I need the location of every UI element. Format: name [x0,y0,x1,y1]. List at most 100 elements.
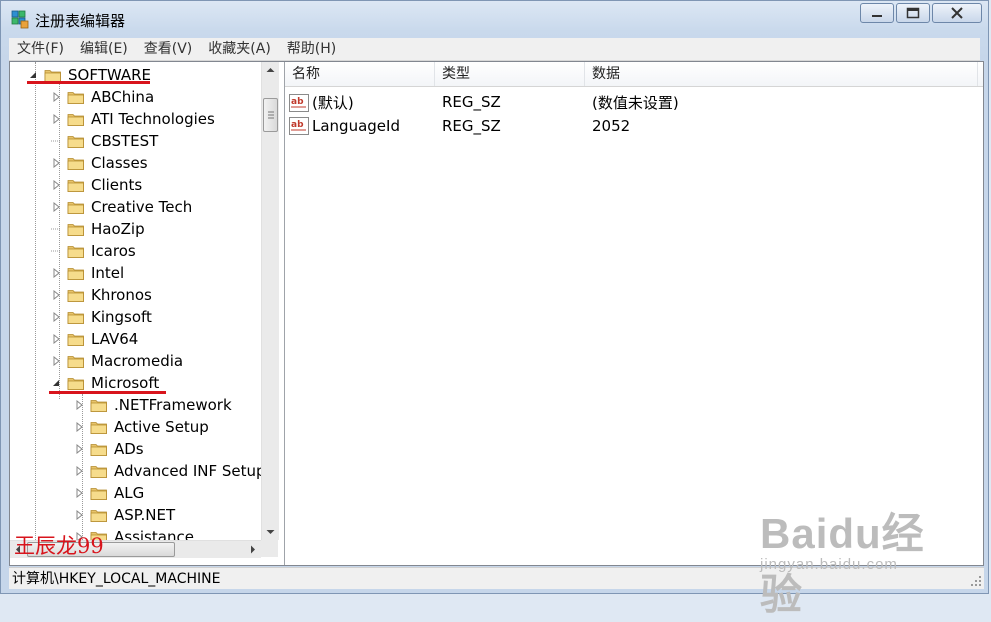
value-name: LanguageId [312,116,400,135]
minimize-icon [872,15,882,17]
collapsed-arrow-icon[interactable] [51,114,61,124]
tree-node[interactable]: Clients [51,174,142,196]
tree-connector [51,136,61,146]
folder-icon [67,309,91,325]
list-item[interactable]: ab (默认) REG_SZ (数值未设置) [285,90,885,114]
status-path: 计算机\HKEY_LOCAL_MACHINE [12,571,221,587]
collapsed-arrow-icon[interactable] [74,488,84,498]
collapsed-arrow-icon[interactable] [74,400,84,410]
tree-vertical-scrollbar[interactable] [261,62,279,540]
folder-icon [67,155,91,171]
value-type: REG_SZ [442,117,501,135]
tree-node[interactable]: Creative Tech [51,196,192,218]
tree-node-label: ASP.NET [114,506,176,524]
scroll-right-arrow-icon[interactable] [244,541,261,558]
tree-node[interactable]: Active Setup [74,416,209,438]
column-header-name[interactable]: 名称 [285,62,435,86]
folder-icon [67,89,91,105]
tree-node-label: Khronos [91,286,152,304]
menu-file[interactable]: 文件(F) [9,38,72,60]
tree-guide-line [35,62,36,542]
maximize-button[interactable] [896,3,930,23]
tree-node-label: LAV64 [91,330,139,348]
folder-icon [67,221,91,237]
tree-node-label: Creative Tech [91,198,193,216]
expanded-arrow-icon[interactable] [51,378,61,388]
tree-node[interactable]: Classes [51,152,148,174]
tree-node[interactable]: CBSTEST [51,130,158,152]
collapsed-arrow-icon[interactable] [74,444,84,454]
collapsed-arrow-icon[interactable] [51,92,61,102]
value-type: REG_SZ [442,93,501,111]
string-value-icon: ab [289,94,309,112]
collapsed-arrow-icon[interactable] [51,202,61,212]
tree-node[interactable]: Icaros [51,240,136,262]
tree-node-label: Microsoft [91,374,160,392]
menu-view[interactable]: 查看(V) [136,38,201,60]
collapsed-arrow-icon[interactable] [51,180,61,190]
value-name: (默认) [312,93,354,112]
scroll-up-arrow-icon[interactable] [262,62,279,79]
folder-icon [90,441,114,457]
folder-icon [67,111,91,127]
resize-grip-icon[interactable] [970,575,982,587]
collapsed-arrow-icon[interactable] [51,158,61,168]
tree-node[interactable]: Macromedia [51,350,183,372]
list-item[interactable]: ab LanguageId REG_SZ 2052 [285,114,885,138]
tree-node[interactable]: ATI Technologies [51,108,215,130]
collapsed-arrow-icon[interactable] [74,510,84,520]
value-data: (数值未设置) [592,93,679,112]
handwritten-signature: 王辰龙99 [14,534,104,558]
tree-node[interactable]: ADs [74,438,144,460]
scroll-down-arrow-icon[interactable] [262,523,279,540]
folder-icon [90,397,114,413]
collapsed-arrow-icon[interactable] [51,290,61,300]
menu-edit[interactable]: 编辑(E) [72,38,136,60]
tree-node[interactable]: Advanced INF Setup [74,460,266,482]
folder-icon [90,507,114,523]
menu-favorites[interactable]: 收藏夹(A) [200,38,279,60]
tree-node[interactable]: HaoZip [51,218,145,240]
collapsed-arrow-icon[interactable] [51,356,61,366]
folder-icon [67,243,91,259]
column-header-data[interactable]: 数据 [585,62,978,86]
collapsed-arrow-icon[interactable] [51,334,61,344]
folder-icon [67,199,91,215]
tree-node-label: Icaros [91,242,136,260]
tree-node[interactable]: ALG [74,482,144,504]
baidu-watermark: Baidu经验 jingyan.baidu.com [760,490,960,618]
tree-node[interactable]: Kingsoft [51,306,152,328]
tree-node[interactable]: .NETFramework [74,394,232,416]
collapsed-arrow-icon[interactable] [74,466,84,476]
collapsed-arrow-icon[interactable] [51,268,61,278]
folder-icon [67,287,91,303]
collapsed-arrow-icon[interactable] [51,312,61,322]
folder-icon [67,353,91,369]
tree-node[interactable]: Intel [51,262,124,284]
tree-node-label: Clients [91,176,143,194]
key-tree[interactable]: SOFTWARE ABChina ATI Technologies CBSTEST Cl… [10,62,285,565]
tree-node-label: CBSTEST [91,132,159,150]
tree-node[interactable]: ABChina [51,86,154,108]
menu-help[interactable]: 帮助(H) [279,38,344,60]
close-button[interactable] [932,3,982,23]
column-header-type[interactable]: 类型 [435,62,585,86]
folder-icon [67,133,91,149]
title-bar[interactable]: 注册表编辑器 [1,1,988,37]
minimize-button[interactable] [860,3,894,23]
tree-node[interactable]: ASP.NET [74,504,175,526]
tree-node[interactable]: Khronos [51,284,152,306]
tree-node-label: .NETFramework [114,396,232,414]
tree-node-label: ATI Technologies [91,110,215,128]
expanded-arrow-icon[interactable] [28,70,38,80]
tree-connector [51,246,61,256]
caption-buttons [858,3,982,25]
string-value-icon: ab [289,117,309,136]
baidu-url: jingyan.baidu.com [760,556,898,573]
tree-node-label: HaoZip [91,220,145,238]
tree-node[interactable]: LAV64 [51,328,138,350]
svg-text:ab: ab [291,97,304,107]
tree-vertical-scroll-thumb[interactable] [263,98,278,132]
registry-editor-icon [11,10,29,29]
collapsed-arrow-icon[interactable] [74,422,84,432]
